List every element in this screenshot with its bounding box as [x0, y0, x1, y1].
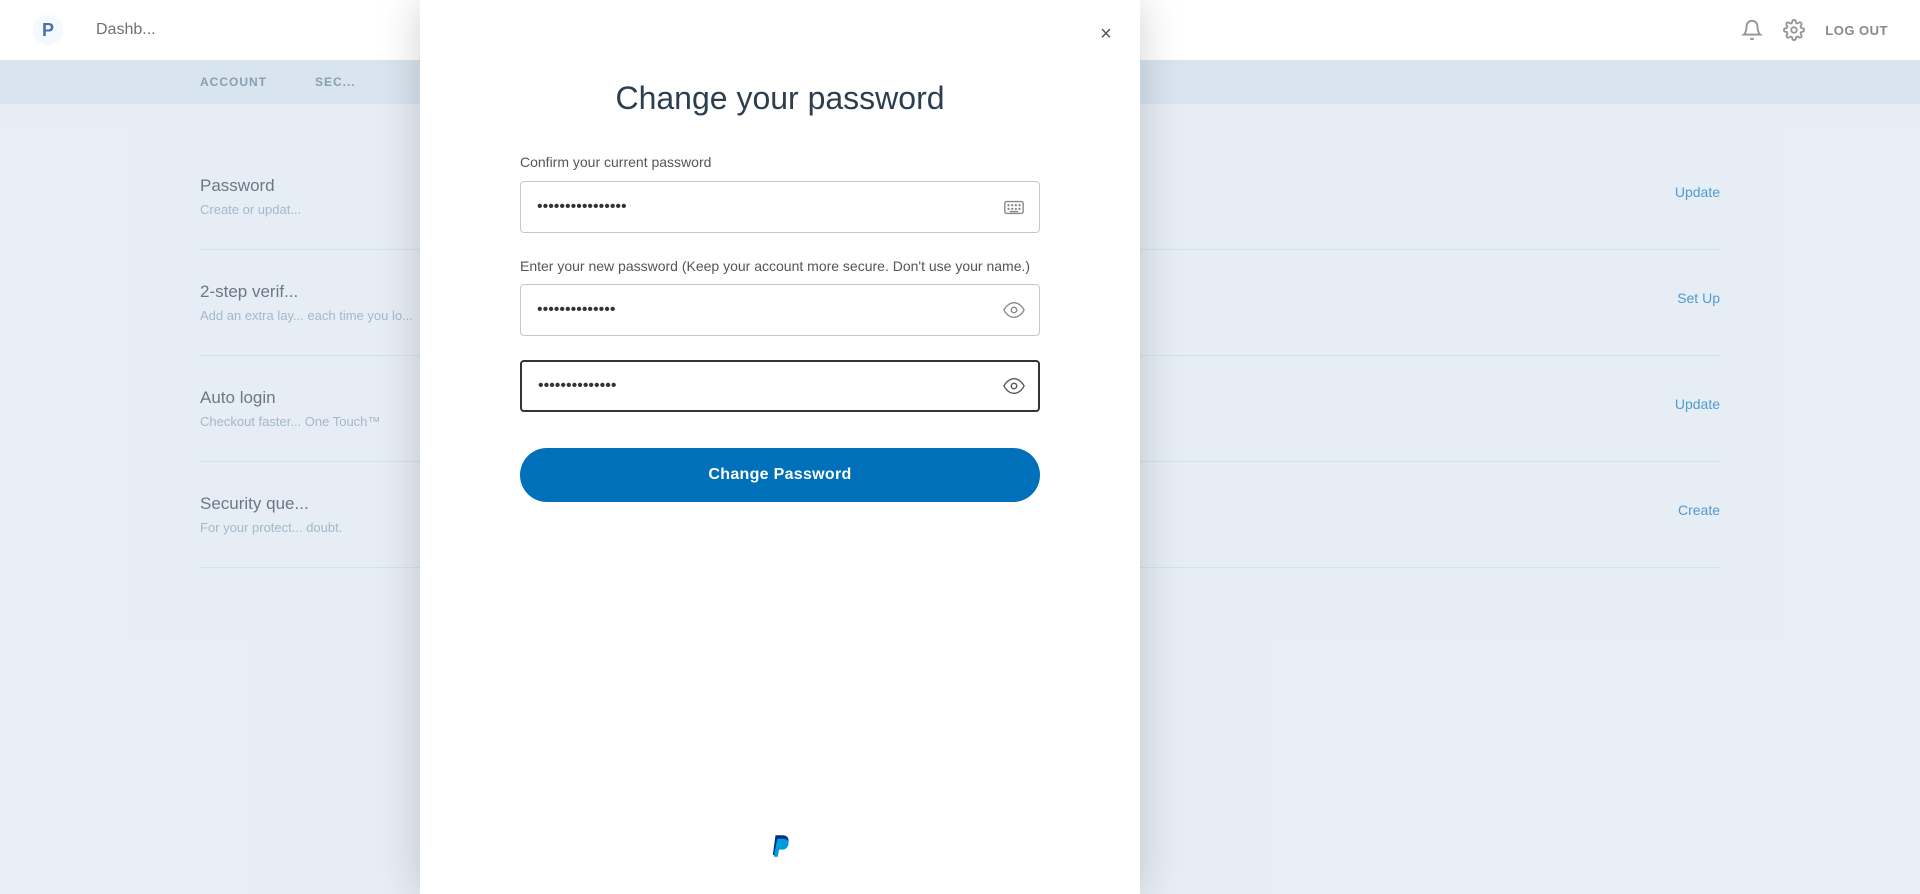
- confirm-password-group: [520, 360, 1040, 412]
- confirm-password-input-wrapper: [520, 360, 1040, 412]
- new-password-input-wrapper: [520, 284, 1040, 336]
- modal-footer: [420, 788, 1140, 894]
- change-password-button[interactable]: Change Password: [520, 448, 1040, 502]
- new-password-toggle-icon[interactable]: [1002, 298, 1026, 322]
- new-password-group: Enter your new password (Keep your accou…: [520, 257, 1040, 337]
- current-password-input-wrapper: [520, 181, 1040, 233]
- confirm-password-toggle-icon[interactable]: [1002, 374, 1026, 398]
- confirm-password-input[interactable]: [520, 360, 1040, 412]
- keyboard-icon[interactable]: [1002, 195, 1026, 219]
- current-password-label: Confirm your current password: [520, 153, 1040, 173]
- modal-close-button[interactable]: ×: [1092, 20, 1120, 48]
- new-password-label: Enter your new password (Keep your accou…: [520, 257, 1040, 277]
- new-password-input[interactable]: [520, 284, 1040, 336]
- modal-title: Change your password: [520, 80, 1040, 117]
- current-password-group: Confirm your current password: [520, 153, 1040, 233]
- modal-body: Change your password Confirm your curren…: [420, 0, 1140, 562]
- paypal-logo-footer: [762, 828, 798, 864]
- current-password-input[interactable]: [520, 181, 1040, 233]
- change-password-modal: × Change your password Confirm your curr…: [420, 0, 1140, 894]
